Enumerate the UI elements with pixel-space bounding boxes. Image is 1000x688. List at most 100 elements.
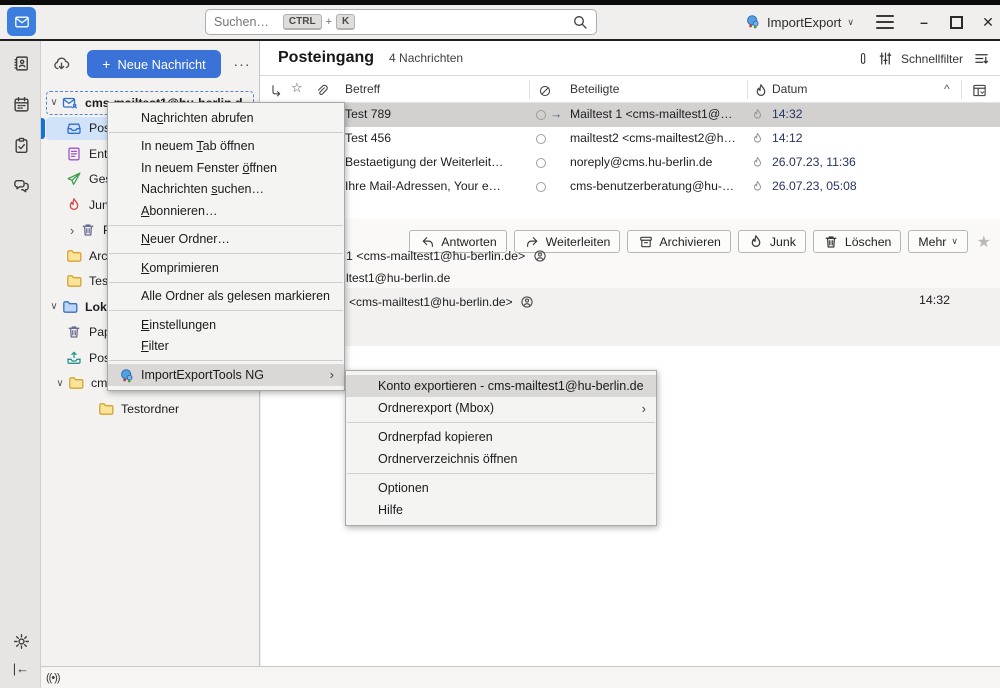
contact-circle-icon[interactable]	[531, 247, 548, 264]
mail-space-button[interactable]	[7, 7, 36, 36]
menu-item-komprimieren[interactable]: Komprimieren	[108, 257, 344, 279]
attachment-column-icon[interactable]	[313, 82, 330, 99]
menu-item-filter[interactable]: Filter	[108, 336, 344, 358]
k-keychip: K	[336, 14, 355, 30]
menu-item-label: Ordnerexport (Mbox)	[378, 401, 494, 415]
submenu-item-konto-exportieren-cms-mailtest1-hu-berli[interactable]: Konto exportieren - cms-mailtest1@hu-ber…	[346, 375, 656, 397]
message-header-pane: AntwortenWeiterleitenArchivierenJunkLösc…	[260, 219, 1000, 346]
message-row[interactable]: Bestaetigung der Weiterleit…noreply@cms.…	[260, 151, 1000, 175]
menu-item-nachrichten-suchen-[interactable]: Nachrichten suchen…	[108, 179, 344, 201]
plus-icon: +	[102, 56, 110, 72]
menu-separator	[347, 422, 655, 423]
contact-circle-icon[interactable]	[519, 293, 536, 310]
status-bar: ((•))	[41, 666, 1000, 688]
submenu-item-optionen[interactable]: Optionen	[346, 477, 656, 499]
menu-item-alle-ordner-als-gelesen-markieren[interactable]: Alle Ordner als gelesen markieren	[108, 286, 344, 308]
sliders-icon	[877, 50, 894, 67]
space-button-tasks[interactable]	[10, 134, 32, 156]
spam-status-icon[interactable]	[536, 110, 546, 120]
quickfilter-sliders-icon[interactable]	[877, 41, 894, 76]
quickfilter-pin-icon[interactable]	[855, 41, 872, 76]
mail-envelope-icon	[13, 13, 30, 30]
outbox-icon	[65, 349, 82, 366]
quickfilter-label[interactable]: Schnellfilter	[901, 41, 963, 76]
contact-circle-icon	[519, 293, 536, 310]
space-button-address-book[interactable]	[10, 52, 32, 74]
thread-column-icon[interactable]	[268, 82, 285, 99]
folder-pane-options-button[interactable]: ···	[231, 53, 253, 75]
submenu-item-ordnerverzeichnis-öffnen[interactable]: Ordnerverzeichnis öffnen	[346, 448, 656, 470]
chevron-down-icon[interactable]: ∨	[47, 301, 61, 312]
menu-item-label: Neuer Ordner…	[141, 232, 230, 246]
junk-toggle-icon[interactable]	[751, 156, 764, 169]
close-button[interactable]: ✕	[976, 11, 1000, 33]
contact-circle-icon	[531, 247, 548, 264]
junk-button[interactable]: Junk	[738, 230, 806, 253]
maximize-button[interactable]	[944, 11, 968, 33]
app-menu-button[interactable]	[876, 15, 894, 29]
column-subject[interactable]: Betreff	[345, 82, 380, 96]
mehr-button[interactable]: Mehr∨	[908, 230, 968, 253]
column-correspondents[interactable]: Beteiligte	[570, 82, 619, 96]
submenu-item-ordnerexport-mbox-[interactable]: Ordnerexport (Mbox)›	[346, 397, 656, 419]
trash-icon	[79, 222, 96, 239]
menu-item-abonnieren-[interactable]: Abonnieren…	[108, 200, 344, 222]
space-button-calendar[interactable]	[10, 93, 32, 115]
minimize-button[interactable]: –	[912, 11, 936, 33]
thread-icon	[268, 82, 285, 99]
junk-toggle-icon[interactable]	[751, 132, 764, 145]
message-row[interactable]: Test 456mailtest2 <cms-mailtest2@h…14:12	[260, 127, 1000, 151]
menu-item-in-neuem-tab-öffnen[interactable]: In neuem Tab öffnen	[108, 136, 344, 158]
menu-separator	[109, 282, 343, 283]
l-schen-button[interactable]: Löschen	[813, 230, 902, 253]
menu-item-neuer-ordner-[interactable]: Neuer Ordner…	[108, 229, 344, 251]
folder-row-testordner[interactable]: Testordner	[41, 396, 260, 422]
space-button-chat[interactable]	[10, 175, 32, 197]
message-row[interactable]: Test 789→Mailtest 1 <cms-mailtest1@…14:3…	[260, 103, 1000, 127]
column-picker-icon[interactable]	[971, 82, 988, 99]
new-message-button[interactable]: + Neue Nachricht	[87, 50, 221, 78]
menu-item-importexporttools-ng[interactable]: ImportExportTools NG›	[108, 364, 344, 386]
folder-icon	[65, 247, 82, 264]
cloud-download-icon	[53, 55, 70, 72]
chevron-down-icon: ∨	[951, 236, 958, 247]
spam-column-icon[interactable]	[536, 82, 553, 99]
button-label: Junk	[770, 235, 796, 249]
from-line-fragment: 1 <cms-mailtest1@hu-berlin.de>	[346, 247, 548, 264]
message-correspondent: mailtest2 <cms-mailtest2@h…	[570, 131, 736, 145]
spam-status-icon[interactable]	[536, 182, 546, 192]
column-date[interactable]: Datum	[772, 82, 807, 96]
menu-item-label: Ordnerpfad kopieren	[378, 430, 493, 444]
chevron-right-icon[interactable]: ›	[65, 223, 79, 238]
collapse-spaces-button[interactable]: |←	[10, 657, 32, 679]
submenu-item-hilfe[interactable]: Hilfe	[346, 499, 656, 521]
settings-gear-icon	[13, 633, 30, 650]
global-search-input[interactable]: Suchen… CTRL + K	[205, 9, 597, 35]
chevron-down-icon[interactable]: ∨	[53, 378, 67, 389]
menu-item-in-neuem-fenster-öffnen[interactable]: In neuem Fenster öffnen	[108, 157, 344, 179]
junk-column-icon[interactable]	[752, 82, 769, 99]
settings-button[interactable]	[10, 630, 32, 652]
inbox-icon	[65, 120, 82, 137]
get-messages-button[interactable]	[53, 55, 70, 72]
star-message-icon[interactable]: ★	[977, 232, 991, 252]
message-date: 26.07.23, 11:36	[772, 155, 856, 169]
spam-status-icon[interactable]	[536, 134, 546, 144]
archivieren-button[interactable]: Archivieren	[627, 230, 731, 253]
menu-separator	[109, 360, 343, 361]
importexport-toolbar-button[interactable]: ImportExport ∨	[744, 8, 854, 36]
menu-item-nachrichten-abrufen[interactable]: Nachrichten abrufen	[108, 107, 344, 129]
display-options-icon[interactable]	[973, 41, 990, 76]
star-column-icon[interactable]: ☆	[291, 80, 303, 96]
junk-toggle-icon[interactable]	[751, 180, 764, 193]
spam-status-icon[interactable]	[536, 158, 546, 168]
message-row[interactable]: Ihre Mail-Adressen, Your e…cms-benutzerb…	[260, 175, 1000, 199]
menu-item-label: Filter	[141, 339, 169, 353]
chevron-down-icon[interactable]: ∨	[47, 97, 61, 108]
junk-toggle-icon[interactable]	[751, 108, 764, 121]
search-icon	[571, 14, 588, 31]
menu-item-einstellungen[interactable]: Einstellungen	[108, 314, 344, 336]
importexport-label: ImportExport	[767, 15, 841, 30]
submenu-item-ordnerpfad-kopieren[interactable]: Ordnerpfad kopieren	[346, 426, 656, 448]
importexport-submenu: Konto exportieren - cms-mailtest1@hu-ber…	[345, 370, 657, 526]
